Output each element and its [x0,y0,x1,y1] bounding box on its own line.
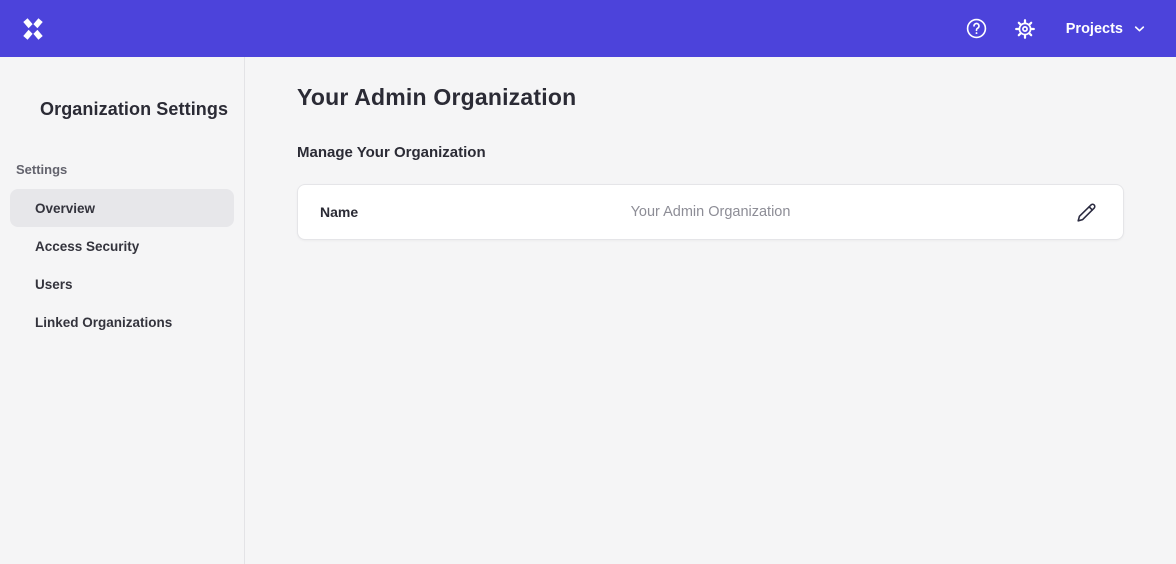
projects-dropdown-label: Projects [1066,21,1123,37]
app-logo-icon[interactable] [19,15,47,43]
projects-dropdown[interactable]: Projects [1056,15,1150,43]
sidebar-item-linked-organizations[interactable]: Linked Organizations [10,303,234,341]
sidebar-section-label: Settings [0,162,244,177]
help-icon [965,17,988,40]
chevron-down-icon [1133,22,1146,35]
sidebar-item-access-security[interactable]: Access Security [10,227,234,265]
organization-name-row: Name Your Admin Organization [297,184,1124,240]
organization-settings-sidebar: Organization Settings Settings Overview … [0,57,245,564]
gear-icon [1013,17,1037,41]
settings-button[interactable] [1008,12,1042,46]
sidebar-item-users[interactable]: Users [10,265,234,303]
help-button[interactable] [960,12,994,46]
organization-name-value: Your Admin Organization [631,204,791,220]
pencil-icon [1076,202,1097,223]
sidebar-nav: Overview Access Security Users Linked Or… [0,189,244,341]
page-title: Your Admin Organization [297,84,1124,111]
name-field-label: Name [320,204,358,220]
content-area: Organization Settings Settings Overview … [0,57,1176,564]
manage-organization-section-title: Manage Your Organization [297,144,1124,161]
main-panel: Your Admin Organization Manage Your Orga… [245,57,1176,564]
topbar-actions: Projects [960,12,1150,46]
sidebar-title: Organization Settings [0,99,244,120]
edit-name-button[interactable] [1071,197,1101,227]
sidebar-item-overview[interactable]: Overview [10,189,234,227]
top-navigation-bar: Projects [0,0,1176,57]
